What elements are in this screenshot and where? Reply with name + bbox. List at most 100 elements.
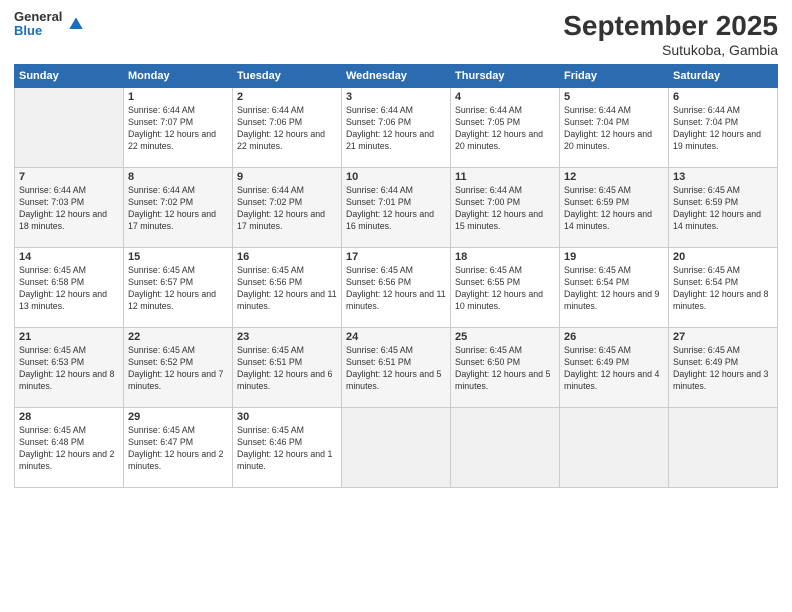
day-info: Sunrise: 6:45 AMSunset: 6:49 PMDaylight:… xyxy=(673,345,773,393)
day-number: 3 xyxy=(346,91,446,103)
calendar-table: Sunday Monday Tuesday Wednesday Thursday… xyxy=(14,64,778,488)
day-info: Sunrise: 6:45 AMSunset: 6:48 PMDaylight:… xyxy=(19,425,119,473)
day-info: Sunrise: 6:45 AMSunset: 6:55 PMDaylight:… xyxy=(455,265,555,313)
day-info: Sunrise: 6:45 AMSunset: 6:58 PMDaylight:… xyxy=(19,265,119,313)
day-info: Sunrise: 6:45 AMSunset: 6:50 PMDaylight:… xyxy=(455,345,555,393)
logo-line2: Blue xyxy=(14,24,62,38)
table-row: 8 Sunrise: 6:44 AMSunset: 7:02 PMDayligh… xyxy=(124,168,233,248)
day-number: 30 xyxy=(237,411,337,423)
day-info: Sunrise: 6:45 AMSunset: 6:46 PMDaylight:… xyxy=(237,425,337,473)
page: General Blue September 2025 Sutukoba, Ga… xyxy=(0,0,792,612)
calendar-week-row: 1 Sunrise: 6:44 AMSunset: 7:07 PMDayligh… xyxy=(15,88,778,168)
calendar-week-row: 14 Sunrise: 6:45 AMSunset: 6:58 PMDaylig… xyxy=(15,248,778,328)
calendar-week-row: 7 Sunrise: 6:44 AMSunset: 7:03 PMDayligh… xyxy=(15,168,778,248)
day-number: 18 xyxy=(455,251,555,263)
logo-line1: General xyxy=(14,10,62,24)
table-row: 10 Sunrise: 6:44 AMSunset: 7:01 PMDaylig… xyxy=(342,168,451,248)
day-number: 5 xyxy=(564,91,664,103)
table-row xyxy=(15,88,124,168)
day-number: 28 xyxy=(19,411,119,423)
table-row: 1 Sunrise: 6:44 AMSunset: 7:07 PMDayligh… xyxy=(124,88,233,168)
day-number: 27 xyxy=(673,331,773,343)
table-row: 9 Sunrise: 6:44 AMSunset: 7:02 PMDayligh… xyxy=(233,168,342,248)
day-info: Sunrise: 6:44 AMSunset: 7:00 PMDaylight:… xyxy=(455,185,555,233)
table-row: 20 Sunrise: 6:45 AMSunset: 6:54 PMDaylig… xyxy=(669,248,778,328)
day-number: 4 xyxy=(455,91,555,103)
day-number: 7 xyxy=(19,171,119,183)
table-row: 24 Sunrise: 6:45 AMSunset: 6:51 PMDaylig… xyxy=(342,328,451,408)
col-monday: Monday xyxy=(124,65,233,88)
day-number: 1 xyxy=(128,91,228,103)
day-number: 8 xyxy=(128,171,228,183)
table-row xyxy=(560,408,669,488)
table-row: 13 Sunrise: 6:45 AMSunset: 6:59 PMDaylig… xyxy=(669,168,778,248)
day-info: Sunrise: 6:45 AMSunset: 6:54 PMDaylight:… xyxy=(673,265,773,313)
table-row: 2 Sunrise: 6:44 AMSunset: 7:06 PMDayligh… xyxy=(233,88,342,168)
day-number: 9 xyxy=(237,171,337,183)
table-row: 21 Sunrise: 6:45 AMSunset: 6:53 PMDaylig… xyxy=(15,328,124,408)
day-info: Sunrise: 6:45 AMSunset: 6:47 PMDaylight:… xyxy=(128,425,228,473)
day-number: 16 xyxy=(237,251,337,263)
day-info: Sunrise: 6:45 AMSunset: 6:56 PMDaylight:… xyxy=(237,265,337,313)
calendar-week-row: 28 Sunrise: 6:45 AMSunset: 6:48 PMDaylig… xyxy=(15,408,778,488)
day-number: 17 xyxy=(346,251,446,263)
day-info: Sunrise: 6:44 AMSunset: 7:06 PMDaylight:… xyxy=(237,105,337,153)
day-number: 10 xyxy=(346,171,446,183)
title-block: September 2025 Sutukoba, Gambia xyxy=(563,10,778,58)
day-number: 22 xyxy=(128,331,228,343)
day-number: 19 xyxy=(564,251,664,263)
day-number: 20 xyxy=(673,251,773,263)
day-number: 26 xyxy=(564,331,664,343)
day-info: Sunrise: 6:45 AMSunset: 6:51 PMDaylight:… xyxy=(237,345,337,393)
day-number: 11 xyxy=(455,171,555,183)
day-info: Sunrise: 6:45 AMSunset: 6:51 PMDaylight:… xyxy=(346,345,446,393)
col-tuesday: Tuesday xyxy=(233,65,342,88)
table-row xyxy=(669,408,778,488)
table-row: 6 Sunrise: 6:44 AMSunset: 7:04 PMDayligh… xyxy=(669,88,778,168)
table-row: 18 Sunrise: 6:45 AMSunset: 6:55 PMDaylig… xyxy=(451,248,560,328)
day-info: Sunrise: 6:45 AMSunset: 6:53 PMDaylight:… xyxy=(19,345,119,393)
day-number: 15 xyxy=(128,251,228,263)
table-row: 23 Sunrise: 6:45 AMSunset: 6:51 PMDaylig… xyxy=(233,328,342,408)
table-row: 17 Sunrise: 6:45 AMSunset: 6:56 PMDaylig… xyxy=(342,248,451,328)
table-row: 4 Sunrise: 6:44 AMSunset: 7:05 PMDayligh… xyxy=(451,88,560,168)
table-row: 30 Sunrise: 6:45 AMSunset: 6:46 PMDaylig… xyxy=(233,408,342,488)
table-row xyxy=(342,408,451,488)
day-info: Sunrise: 6:44 AMSunset: 7:02 PMDaylight:… xyxy=(237,185,337,233)
table-row: 26 Sunrise: 6:45 AMSunset: 6:49 PMDaylig… xyxy=(560,328,669,408)
logo: General Blue xyxy=(14,10,86,39)
table-row: 22 Sunrise: 6:45 AMSunset: 6:52 PMDaylig… xyxy=(124,328,233,408)
table-row: 5 Sunrise: 6:44 AMSunset: 7:04 PMDayligh… xyxy=(560,88,669,168)
day-number: 12 xyxy=(564,171,664,183)
day-number: 24 xyxy=(346,331,446,343)
table-row: 12 Sunrise: 6:45 AMSunset: 6:59 PMDaylig… xyxy=(560,168,669,248)
col-sunday: Sunday xyxy=(15,65,124,88)
day-info: Sunrise: 6:44 AMSunset: 7:07 PMDaylight:… xyxy=(128,105,228,153)
day-number: 14 xyxy=(19,251,119,263)
day-info: Sunrise: 6:44 AMSunset: 7:01 PMDaylight:… xyxy=(346,185,446,233)
day-number: 13 xyxy=(673,171,773,183)
day-info: Sunrise: 6:45 AMSunset: 6:52 PMDaylight:… xyxy=(128,345,228,393)
day-info: Sunrise: 6:44 AMSunset: 7:04 PMDaylight:… xyxy=(673,105,773,153)
logo-icon xyxy=(66,14,86,34)
table-row: 15 Sunrise: 6:45 AMSunset: 6:57 PMDaylig… xyxy=(124,248,233,328)
day-info: Sunrise: 6:45 AMSunset: 6:59 PMDaylight:… xyxy=(673,185,773,233)
day-info: Sunrise: 6:45 AMSunset: 6:56 PMDaylight:… xyxy=(346,265,446,313)
day-info: Sunrise: 6:45 AMSunset: 6:57 PMDaylight:… xyxy=(128,265,228,313)
table-row: 16 Sunrise: 6:45 AMSunset: 6:56 PMDaylig… xyxy=(233,248,342,328)
table-row: 7 Sunrise: 6:44 AMSunset: 7:03 PMDayligh… xyxy=(15,168,124,248)
day-info: Sunrise: 6:45 AMSunset: 6:49 PMDaylight:… xyxy=(564,345,664,393)
day-info: Sunrise: 6:45 AMSunset: 6:54 PMDaylight:… xyxy=(564,265,664,313)
table-row: 14 Sunrise: 6:45 AMSunset: 6:58 PMDaylig… xyxy=(15,248,124,328)
day-number: 21 xyxy=(19,331,119,343)
table-row xyxy=(451,408,560,488)
table-row: 19 Sunrise: 6:45 AMSunset: 6:54 PMDaylig… xyxy=(560,248,669,328)
day-number: 25 xyxy=(455,331,555,343)
day-number: 23 xyxy=(237,331,337,343)
day-number: 2 xyxy=(237,91,337,103)
table-row: 3 Sunrise: 6:44 AMSunset: 7:06 PMDayligh… xyxy=(342,88,451,168)
day-info: Sunrise: 6:44 AMSunset: 7:03 PMDaylight:… xyxy=(19,185,119,233)
col-saturday: Saturday xyxy=(669,65,778,88)
header: General Blue September 2025 Sutukoba, Ga… xyxy=(14,10,778,58)
calendar-header-row: Sunday Monday Tuesday Wednesday Thursday… xyxy=(15,65,778,88)
